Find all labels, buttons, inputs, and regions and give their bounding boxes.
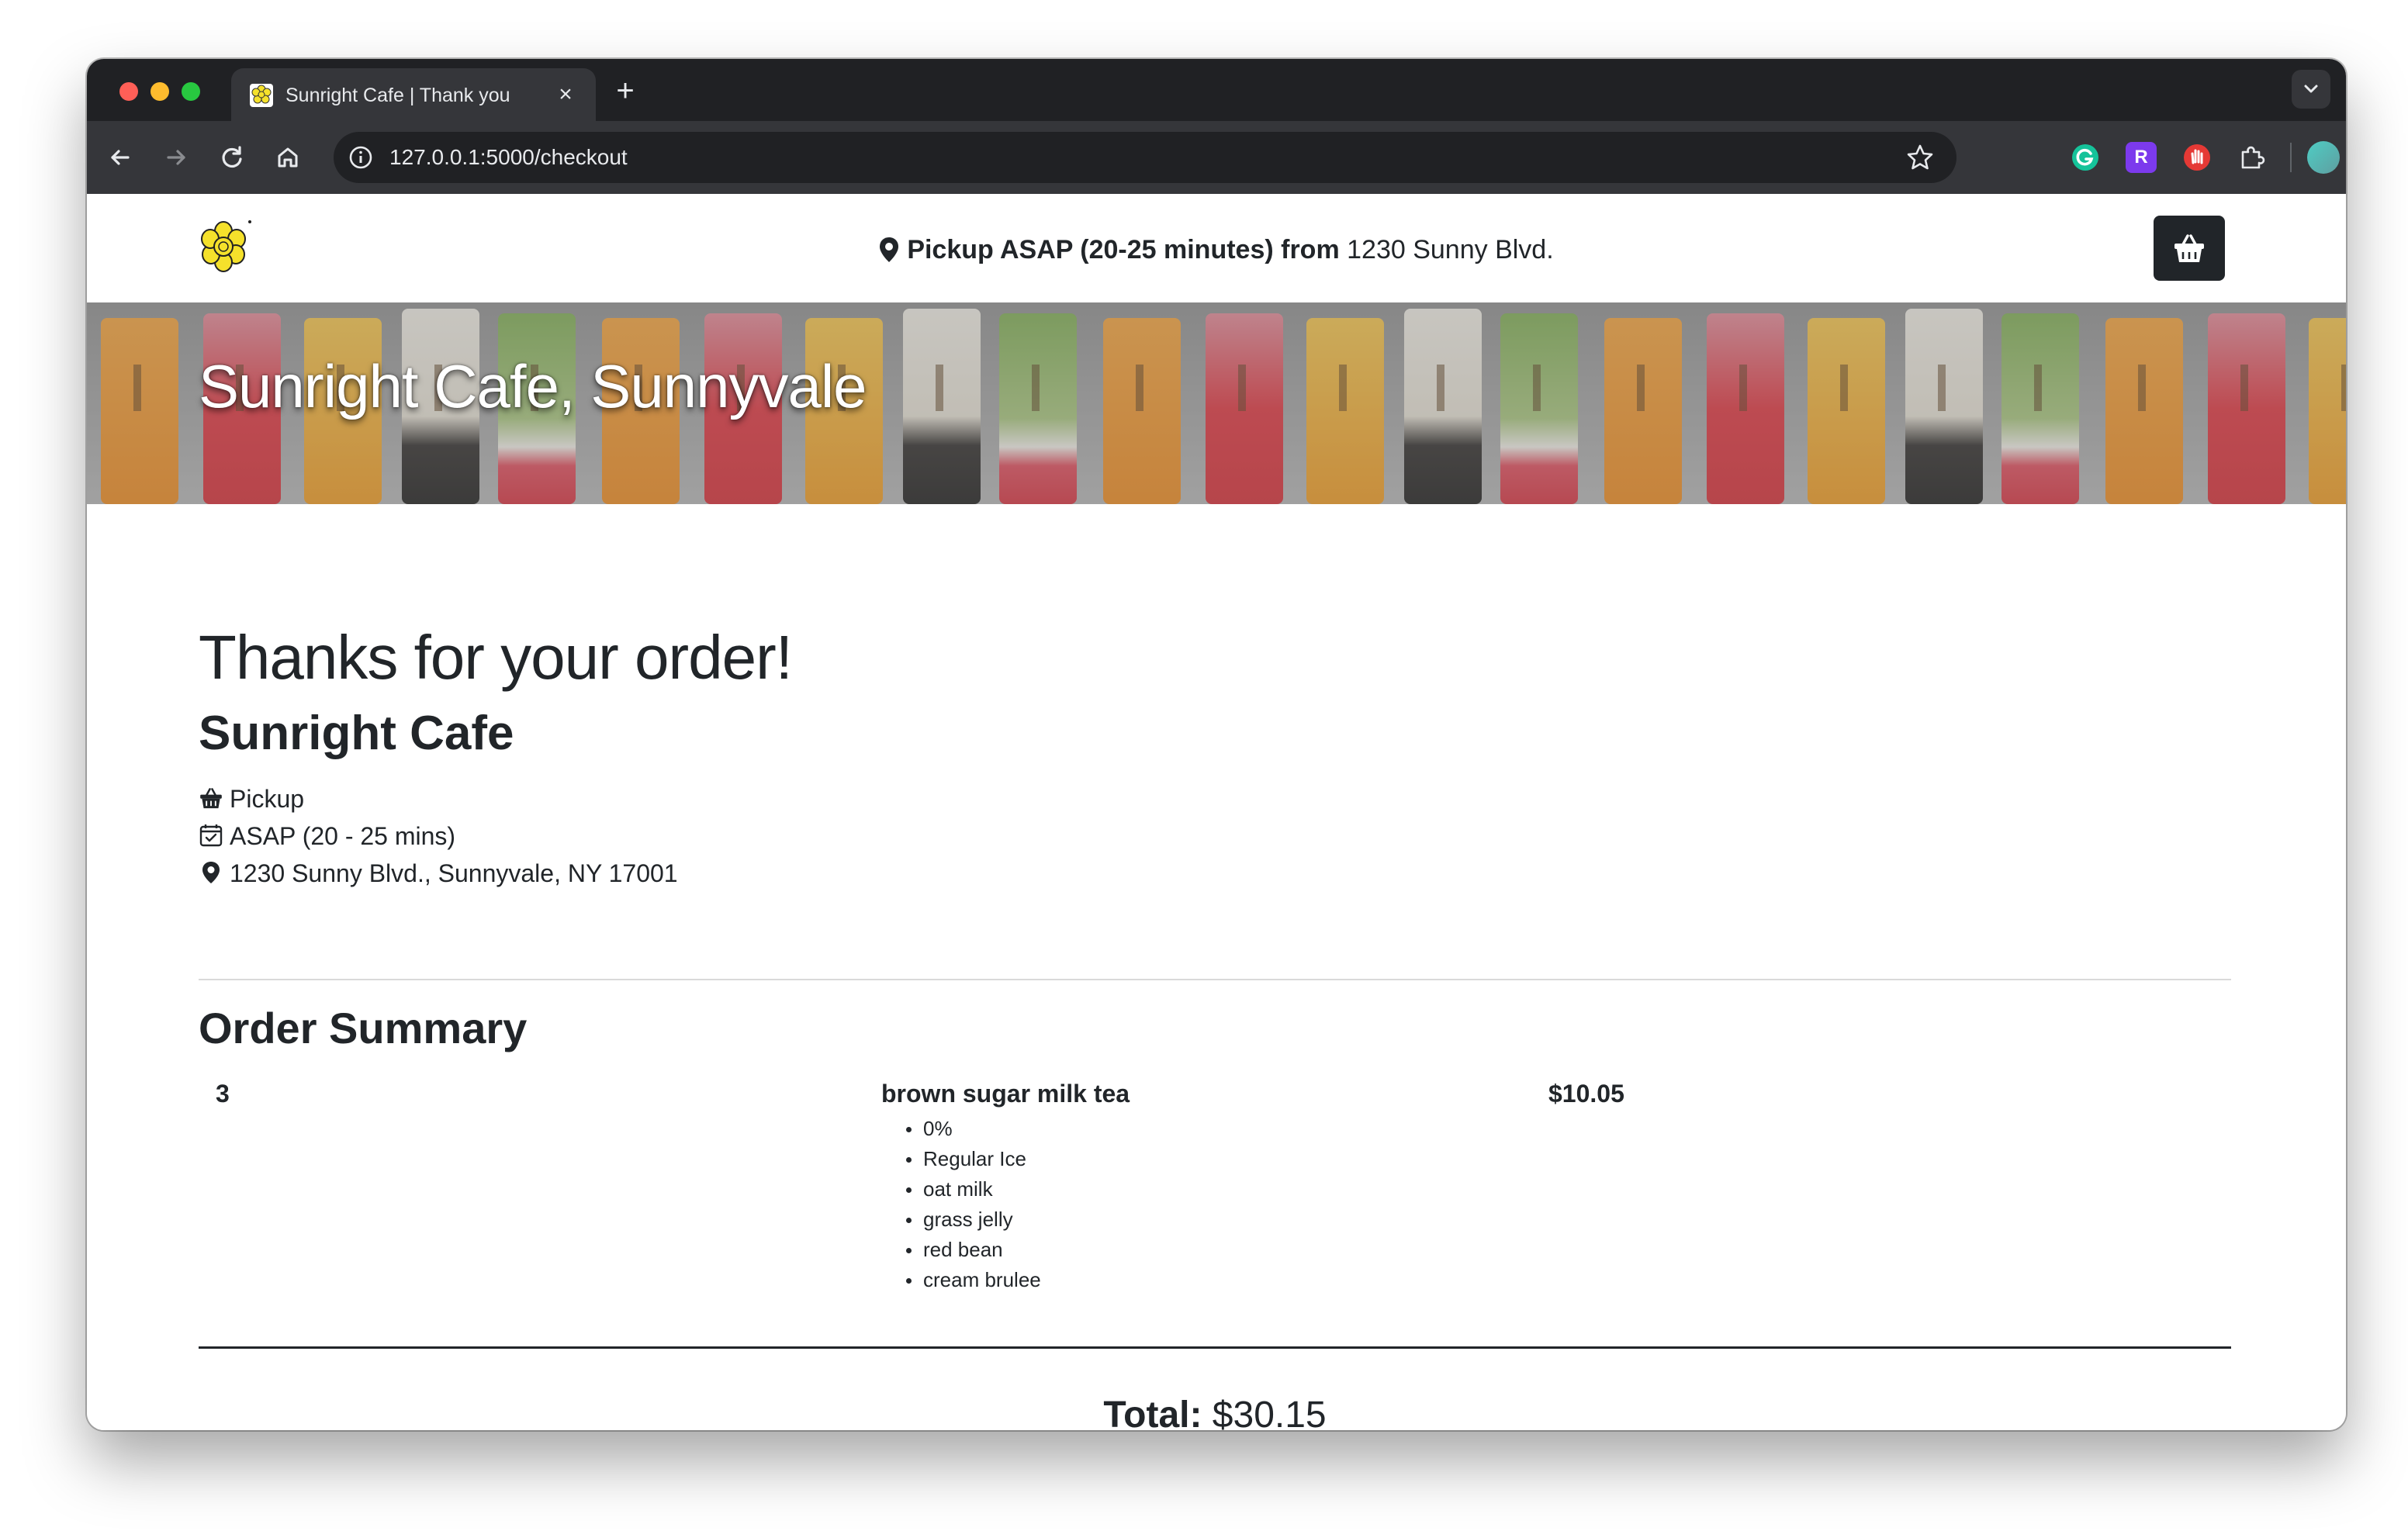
r-extension-icon[interactable]: R: [2126, 142, 2157, 173]
site-header: Pickup ASAP (20-25 minutes) from 1230 Su…: [87, 194, 2346, 302]
order-total: Total: $30.15: [199, 1393, 2231, 1430]
bookmark-star-icon[interactable]: [1905, 143, 1935, 172]
web-page: Pickup ASAP (20-25 minutes) from 1230 Su…: [87, 194, 2346, 1430]
basket-icon: [2174, 234, 2204, 262]
pickup-label: Pickup ASAP (20-25 minutes) from: [907, 235, 1340, 264]
toolbar-divider: [2290, 143, 2292, 172]
location-pin-icon: [879, 237, 899, 263]
section-divider: [199, 979, 2231, 980]
browser-tab-active[interactable]: Sunright Cafe | Thank you ×: [231, 68, 596, 121]
basket-icon: [200, 788, 222, 809]
item-option: 0%: [905, 1114, 1041, 1144]
hero-title: Sunright Cafe, Sunnyvale: [199, 352, 867, 420]
order-summary-heading: Order Summary: [199, 1004, 528, 1052]
hand-stop-icon[interactable]: [2181, 142, 2213, 173]
profile-avatar[interactable]: [2307, 141, 2340, 174]
item-option: Regular Ice: [905, 1144, 1041, 1174]
item-option: grass jelly: [905, 1204, 1041, 1235]
tab-title: Sunright Cafe | Thank you: [285, 85, 510, 106]
item-option: cream brulee: [905, 1265, 1041, 1295]
thanks-heading: Thanks for your order!: [199, 623, 793, 692]
pickup-banner: Pickup ASAP (20-25 minutes) from 1230 Su…: [87, 234, 2346, 265]
grammarly-icon[interactable]: [2070, 142, 2101, 173]
forward-arrow-icon[interactable]: [158, 140, 194, 175]
total-value: $30.15: [1212, 1394, 1327, 1430]
item-option: oat milk: [905, 1174, 1041, 1204]
cafe-name: Sunright Cafe: [199, 707, 514, 760]
item-name: brown sugar milk tea: [881, 1080, 1130, 1108]
item-option: red bean: [905, 1235, 1041, 1265]
address-bar[interactable]: 127.0.0.1:5000/checkout: [334, 132, 1956, 183]
back-arrow-icon[interactable]: [102, 140, 138, 175]
puzzle-icon[interactable]: [2236, 142, 2267, 173]
tab-close-icon[interactable]: ×: [552, 81, 579, 108]
total-label: Total:: [1103, 1394, 1202, 1430]
cart-button[interactable]: [2154, 216, 2225, 281]
sunflower-favicon-icon: [250, 84, 273, 107]
chevron-down-icon: [2304, 85, 2318, 93]
browser-toolbar: 127.0.0.1:5000/checkout R: [87, 121, 2346, 194]
hero-banner: Sunright Cafe, Sunnyvale: [87, 302, 2346, 504]
new-tab-plus-icon[interactable]: +: [608, 74, 642, 109]
site-info-icon[interactable]: [344, 141, 377, 174]
total-divider: [199, 1346, 2231, 1349]
pickup-method-line: Pickup: [199, 783, 304, 814]
window-maximize-button[interactable]: [182, 82, 200, 101]
window-close-button[interactable]: [119, 82, 138, 101]
location-pin-icon: [202, 862, 220, 883]
pickup-address-full: 1230 Sunny Blvd., Sunnyvale, NY 17001: [230, 859, 678, 887]
item-price: $10.05: [1548, 1080, 1624, 1108]
home-icon[interactable]: [270, 140, 306, 175]
window-minimize-button[interactable]: [150, 82, 169, 101]
pickup-time: ASAP (20 - 25 mins): [230, 822, 456, 850]
browser-window: Sunright Cafe | Thank you × + 127.0.0.1:…: [87, 59, 2346, 1430]
calendar-check-icon: [199, 824, 223, 847]
url-text: 127.0.0.1:5000/checkout: [389, 145, 628, 169]
pickup-address: 1230 Sunny Blvd.: [1347, 235, 1554, 264]
pickup-method: Pickup: [230, 785, 305, 813]
tab-bar: Sunright Cafe | Thank you × +: [87, 59, 2346, 121]
reload-icon[interactable]: [214, 140, 250, 175]
item-options-list: 0% Regular Ice oat milk grass jelly red …: [905, 1114, 1041, 1295]
pickup-time-line: ASAP (20 - 25 mins): [199, 821, 455, 852]
tab-search-button[interactable]: [2292, 70, 2330, 109]
pickup-address-line: 1230 Sunny Blvd., Sunnyvale, NY 17001: [199, 858, 678, 889]
item-quantity: 3: [216, 1080, 230, 1108]
